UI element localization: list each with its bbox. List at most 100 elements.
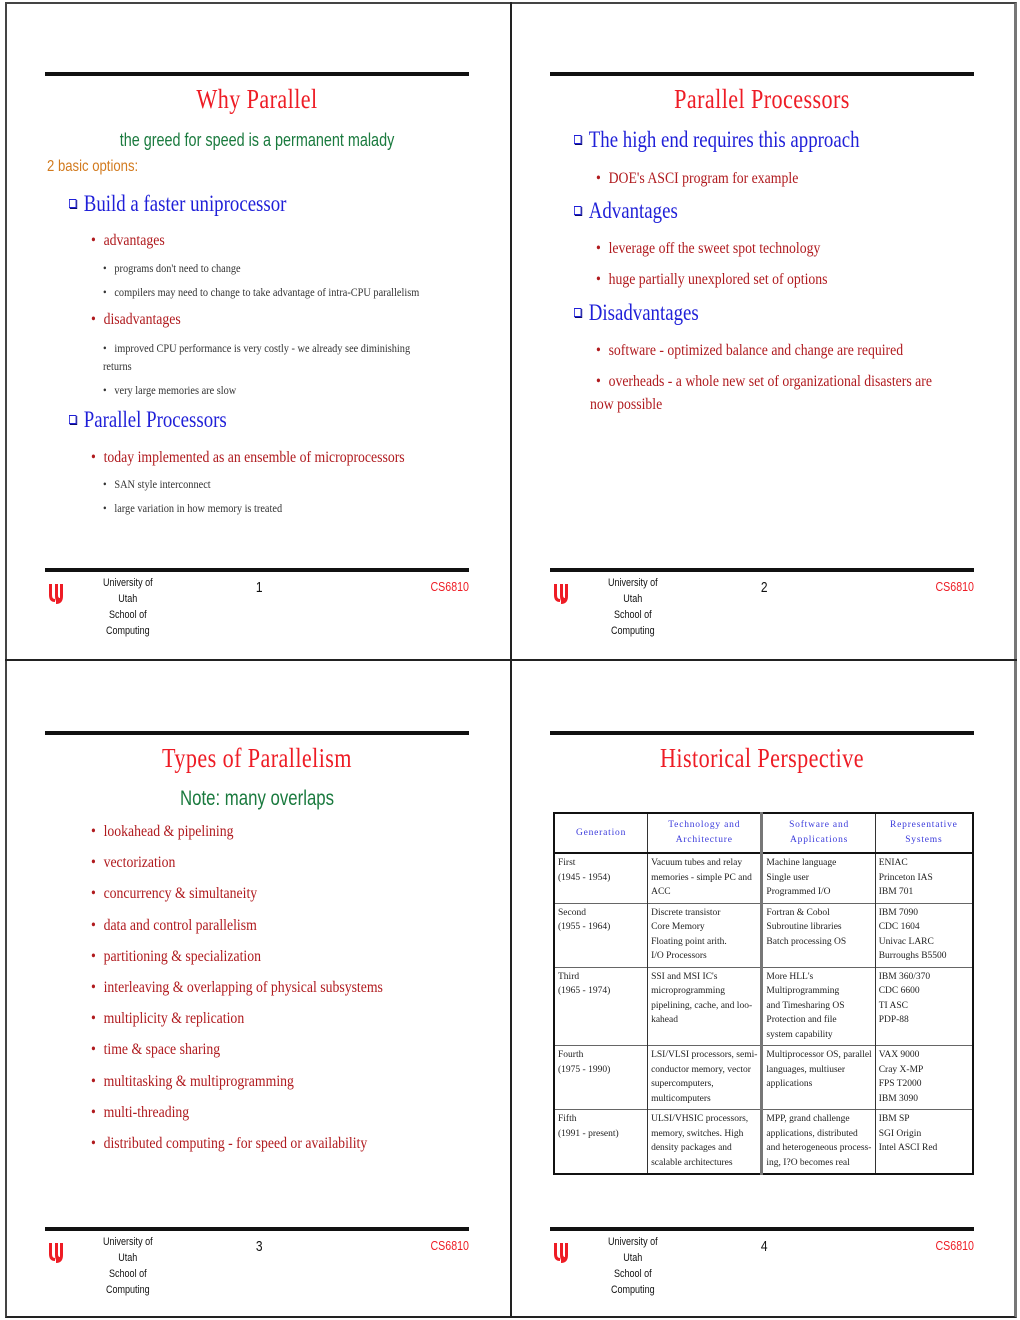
table-row: Second (1955 - 1964) Discrete transistor Co… bbox=[553, 902, 973, 967]
column-header-technology: Technology and Architecture bbox=[647, 813, 762, 854]
cell-systems: IBM SP SGI Origin Intel ASCI Red bbox=[874, 1109, 973, 1174]
university-logo-icon bbox=[554, 584, 568, 604]
cell-generation: Fifth (1991 - present) bbox=[553, 1109, 648, 1174]
bullet-icon: • bbox=[103, 477, 107, 491]
cell-generation: Fourth (1975 - 1990) bbox=[553, 1045, 648, 1110]
column-header-software: Software and Applications bbox=[760, 813, 876, 854]
slide-title: Historical Perspective bbox=[660, 743, 864, 773]
slide-title: Types of Parallelism bbox=[162, 743, 352, 773]
square-box-icon bbox=[69, 415, 77, 424]
cell-technology: LSI/VLSI processors, semi-conductor memo… bbox=[647, 1045, 762, 1110]
bullet-icon: • bbox=[91, 948, 96, 965]
list-item: • overheads - a whole new set of organiza… bbox=[596, 373, 932, 390]
cell-technology: Discrete transistor Core Memory Floating p… bbox=[647, 902, 762, 967]
cell-generation: First (1945 - 1954) bbox=[553, 852, 648, 903]
list-item: The high end requires this approach bbox=[574, 127, 860, 153]
list-item: Build a faster uniprocessor bbox=[69, 191, 286, 217]
table-row: Third (1965 - 1974) SSI and MSI IC's microp… bbox=[553, 966, 973, 1046]
bullet-icon: • bbox=[596, 170, 601, 187]
table-row: First (1945 - 1954) Vacuum tubes and relay… bbox=[553, 852, 973, 903]
cell-technology: Vacuum tubes and relay memories - simple … bbox=[647, 852, 762, 903]
bullet-icon: • bbox=[103, 261, 107, 275]
bullet-icon: • bbox=[103, 501, 107, 515]
bullet-icon: • bbox=[91, 1041, 96, 1058]
bullet-icon: • bbox=[596, 373, 601, 390]
list-item: • lookahead & pipelining bbox=[91, 823, 234, 840]
bullet-icon: • bbox=[103, 341, 107, 355]
cell-software: MPP, grand challenge applications, distri… bbox=[760, 1109, 876, 1174]
list-item: • time & space sharing bbox=[91, 1041, 221, 1058]
table-body: First (1945 - 1954) Vacuum tubes and relay… bbox=[553, 852, 973, 1174]
list-item: • very large memories are slow bbox=[103, 383, 237, 397]
list-item: • partitioning & specialization bbox=[91, 948, 261, 965]
list-item-continuation: now possible bbox=[590, 396, 663, 413]
column-header-generation: Generation bbox=[553, 813, 648, 854]
slide-subtitle: the greed for speed is a permanent malad… bbox=[119, 130, 395, 150]
list-item: • disadvantages bbox=[91, 311, 181, 328]
bullet-icon: • bbox=[91, 1104, 96, 1121]
list-item: • multiplicity & replication bbox=[91, 1010, 245, 1027]
slide-top-rule bbox=[45, 731, 469, 735]
list-item: • today implemented as an ensemble of mic… bbox=[91, 449, 405, 466]
slide-top-rule bbox=[550, 731, 974, 735]
slide-subtitle: Note: many overlaps bbox=[179, 787, 335, 810]
list-item: • distributed computing - for speed or av… bbox=[91, 1135, 368, 1152]
footer-rule bbox=[45, 568, 469, 572]
intro-label: 2 basic options: bbox=[47, 158, 139, 175]
cell-generation: Third (1965 - 1974) bbox=[553, 966, 648, 1046]
bullet-icon: • bbox=[103, 383, 107, 397]
list-item: • SAN style interconnect bbox=[103, 477, 211, 491]
cell-systems: VAX 9000 Cray X-MP FPS T2000 IBM 3090 bbox=[874, 1045, 973, 1110]
square-box-icon bbox=[69, 199, 77, 208]
historical-table: Generation Technology and Architecture So… bbox=[553, 812, 974, 1175]
slide-top-rule bbox=[45, 72, 469, 76]
cell-technology: ULSI/VHSIC processors, memory, switches. … bbox=[647, 1109, 762, 1174]
bullet-icon: • bbox=[91, 979, 96, 996]
slide-2: Parallel Processors The high end require… bbox=[550, 72, 976, 637]
page-number: 1 bbox=[255, 579, 263, 596]
cell-systems: ENIAC Princeton IAS IBM 701 bbox=[874, 852, 973, 903]
footer-university: University of Utah School of Computing bbox=[607, 1236, 658, 1296]
list-item: • data and control parallelism bbox=[91, 917, 257, 934]
cell-software: Fortran & Cobol Subroutine libraries Batch… bbox=[760, 902, 876, 967]
bullet-icon: • bbox=[91, 1135, 96, 1152]
slide-title: Why Parallel bbox=[196, 84, 318, 114]
list-item: • advantages bbox=[91, 232, 165, 249]
table-row: Fifth (1991 - present) ULSI/VHSIC processo… bbox=[553, 1109, 973, 1174]
list-item: • vectorization bbox=[91, 854, 176, 871]
bullet-icon: • bbox=[91, 1010, 96, 1027]
bullet-icon: • bbox=[596, 342, 601, 359]
cell-software: Multiprocessor OS, parallel languages, mu… bbox=[760, 1045, 876, 1110]
list-item: • concurrency & simultaneity bbox=[91, 885, 258, 902]
list-item: • interleaving & overlapping of physical … bbox=[91, 979, 383, 996]
bullet-icon: • bbox=[91, 917, 96, 934]
university-logo-icon bbox=[49, 584, 63, 604]
footer-rule bbox=[45, 1227, 469, 1231]
footer-rule bbox=[550, 1227, 974, 1231]
bullet-icon: • bbox=[596, 271, 601, 288]
list-item: • programs don't need to change bbox=[103, 261, 241, 275]
slide-top-rule bbox=[550, 72, 974, 76]
bullet-icon: • bbox=[103, 285, 107, 299]
course-code: CS6810 bbox=[430, 1238, 469, 1253]
page-number: 4 bbox=[760, 1238, 768, 1255]
bullet-icon: • bbox=[91, 885, 96, 902]
slide-3: Types of Parallelism Note: many overlaps… bbox=[45, 731, 471, 1296]
column-header-systems: Representative Systems bbox=[874, 813, 973, 854]
list-item: • compilers may need to change to take ad… bbox=[103, 285, 420, 299]
list-item: Advantages bbox=[574, 198, 678, 224]
list-item: • improved CPU performance is very costly… bbox=[103, 341, 411, 373]
list-item: • huge partially unexplored set of option… bbox=[596, 271, 828, 288]
table-header-row: Generation Technology and Architecture So… bbox=[553, 813, 973, 854]
cell-systems: IBM 360/370 CDC 6600 TI ASC PDP-88 bbox=[874, 966, 973, 1046]
page-number: 3 bbox=[255, 1238, 263, 1255]
square-box-icon bbox=[574, 206, 582, 215]
cell-systems: IBM 7090 CDC 1604 Univac LARC Burroughs B55… bbox=[874, 902, 973, 967]
cell-technology: SSI and MSI IC's microprogramming pipelini… bbox=[647, 966, 762, 1046]
cell-software: More HLL's Multiprogramming and Timesharin… bbox=[760, 966, 876, 1046]
bullet-icon: • bbox=[91, 823, 96, 840]
list-item: • DOE's ASCI program for example bbox=[596, 170, 799, 187]
bullet-icon: • bbox=[91, 232, 96, 249]
bullet-icon: • bbox=[91, 311, 96, 328]
list-item: • software - optimized balance and change… bbox=[596, 342, 904, 359]
